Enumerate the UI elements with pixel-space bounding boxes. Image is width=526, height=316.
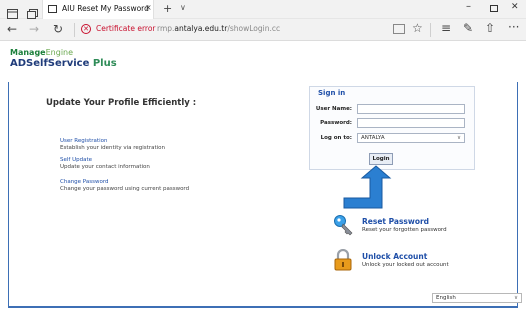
signin-title: Sign in bbox=[318, 89, 346, 97]
password-field[interactable] bbox=[357, 118, 465, 128]
padlock-icon[interactable] bbox=[332, 249, 354, 271]
link-title[interactable]: Self Update bbox=[60, 157, 150, 163]
domain-select-value: ANTALYA bbox=[361, 135, 385, 141]
chevron-down-icon: ∨ bbox=[513, 295, 518, 301]
certificate-error-icon[interactable]: ✕ bbox=[81, 24, 91, 34]
toolbar-divider bbox=[430, 23, 431, 37]
web-note-icon[interactable]: ✎ bbox=[463, 21, 473, 35]
link-title[interactable]: User Registration bbox=[60, 138, 165, 144]
back-button[interactable]: ← bbox=[7, 22, 17, 36]
logon-label: Log on to: bbox=[320, 135, 352, 141]
self-update-link[interactable]: Self Update Update your contact informat… bbox=[60, 157, 150, 170]
page-favicon-icon bbox=[48, 5, 57, 13]
unlock-account-link[interactable]: Unlock Account bbox=[362, 252, 427, 261]
certificate-error-label[interactable]: Certificate error bbox=[96, 24, 156, 33]
user-registration-link[interactable]: User Registration Establish your identit… bbox=[60, 138, 165, 151]
tab-actions-icon[interactable] bbox=[7, 4, 18, 19]
new-tab-button[interactable]: + bbox=[163, 2, 172, 15]
username-field[interactable] bbox=[357, 104, 465, 114]
hub-icon[interactable]: ≡ bbox=[441, 21, 451, 35]
browser-tab-strip: AIU Reset My Password × + ∨ – ✕ bbox=[0, 0, 526, 19]
password-label: Password: bbox=[320, 120, 352, 126]
window-maximize-button[interactable] bbox=[490, 5, 498, 12]
window-close-button[interactable]: ✕ bbox=[511, 2, 519, 12]
reload-button[interactable]: ↻ bbox=[53, 22, 63, 36]
reading-view-icon[interactable] bbox=[393, 24, 405, 34]
more-menu-icon[interactable]: ··· bbox=[508, 20, 519, 34]
page-headline: Update Your Profile Efficiently : bbox=[46, 98, 197, 108]
link-description: Establish your identity via registration bbox=[60, 145, 165, 151]
forward-button[interactable]: → bbox=[29, 22, 39, 36]
language-select-value: English bbox=[436, 295, 456, 301]
favorite-star-icon[interactable]: ☆ bbox=[412, 21, 423, 35]
chevron-down-icon: ∨ bbox=[456, 135, 461, 141]
tab-title: AIU Reset My Password bbox=[62, 4, 149, 13]
url-path: /showLogin.cc bbox=[227, 24, 281, 33]
link-description: Update your contact information bbox=[60, 164, 150, 170]
domain-select[interactable]: ANTALYA ∨ bbox=[357, 133, 465, 143]
unlock-account-desc: Unlock your locked out account bbox=[362, 262, 449, 268]
share-icon[interactable]: ⇧ bbox=[485, 21, 495, 35]
vendor-name-a: Manage bbox=[10, 48, 46, 57]
change-password-link[interactable]: Change Password Change your password usi… bbox=[60, 179, 189, 192]
tab-close-button[interactable]: × bbox=[145, 3, 152, 12]
url-domain: antalya.edu.tr bbox=[174, 24, 228, 33]
vendor-logo: ManageEngine bbox=[10, 48, 117, 57]
tab-active[interactable]: AIU Reset My Password × bbox=[42, 0, 154, 19]
product-name-b: Plus bbox=[89, 58, 117, 69]
language-select[interactable]: English ∨ bbox=[432, 293, 522, 303]
product-name-a: ADSelfService bbox=[10, 58, 90, 69]
vendor-name-b: Engine bbox=[45, 48, 74, 57]
reset-password-desc: Reset your forgotten password bbox=[362, 227, 447, 233]
key-icon[interactable] bbox=[333, 214, 355, 236]
product-name: ADSelfService Plus bbox=[10, 58, 117, 69]
arrow-up-icon bbox=[343, 165, 392, 209]
reset-password-link[interactable]: Reset Password bbox=[362, 217, 429, 226]
username-label: User Name: bbox=[315, 106, 352, 112]
browser-toolbar: ← → ↻ ✕ Certificate error rmp.antalya.ed… bbox=[0, 19, 526, 41]
tab-list-chevron-icon[interactable]: ∨ bbox=[180, 3, 186, 12]
address-bar[interactable]: rmp.antalya.edu.tr/showLogin.cc bbox=[157, 24, 280, 33]
link-description: Change your password using current passw… bbox=[60, 186, 190, 192]
url-prefix: rmp. bbox=[157, 24, 175, 33]
product-logo: ManageEngine ADSelfService Plus bbox=[10, 48, 117, 69]
tab-preview-icon[interactable] bbox=[27, 4, 38, 19]
link-title[interactable]: Change Password bbox=[60, 179, 189, 185]
window-minimize-button[interactable]: – bbox=[466, 1, 471, 12]
toolbar-divider bbox=[74, 23, 75, 37]
